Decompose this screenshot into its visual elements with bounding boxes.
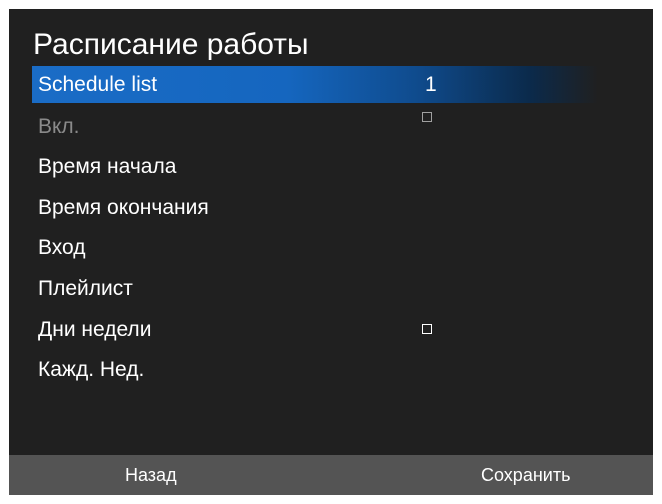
playlist-label: Плейлист [38, 276, 133, 300]
enable-label: Вкл. [38, 114, 80, 138]
menu-item-weekdays[interactable]: Дни недели [32, 310, 598, 351]
schedule-osd-window: Расписание работы Schedule list 1 Вкл. В… [9, 9, 653, 495]
save-button[interactable]: Сохранить [481, 455, 570, 495]
schedule-list-value: 1 [425, 73, 437, 96]
schedule-list-label: Schedule list [38, 73, 158, 96]
menu-item-enable: Вкл. [32, 107, 598, 148]
menu-item-every-week[interactable]: Кажд. Нед. [32, 350, 598, 391]
menu-item-end-time[interactable]: Время окончания [32, 188, 598, 229]
menu-item-start-time[interactable]: Время начала [32, 147, 598, 188]
menu-item-playlist[interactable]: Плейлист [32, 269, 598, 310]
start-time-label: Время начала [38, 155, 177, 179]
footer-bar: Назад Сохранить [9, 455, 653, 495]
menu-item-schedule-list[interactable]: Schedule list 1 [32, 66, 598, 103]
weekdays-label: Дни недели [38, 317, 152, 341]
enable-checkbox [422, 111, 432, 122]
input-label: Вход [38, 236, 86, 260]
menu-item-input[interactable]: Вход [32, 228, 598, 269]
back-button[interactable]: Назад [125, 455, 177, 495]
page-title: Расписание работы [33, 28, 309, 61]
every-week-label: Кажд. Нед. [38, 358, 145, 382]
end-time-label: Время окончания [38, 195, 209, 219]
weekdays-checkbox[interactable] [422, 323, 432, 334]
schedule-menu: Schedule list 1 Вкл. Время начала Время … [32, 66, 598, 391]
